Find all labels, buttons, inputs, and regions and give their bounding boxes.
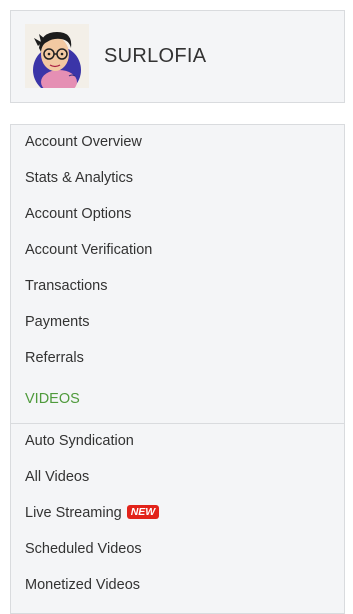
avatar-illustration-icon xyxy=(25,24,89,88)
sidebar-item-transactions[interactable]: Transactions xyxy=(25,278,107,294)
sidebar-menu: Account Overview Stats & Analytics Accou… xyxy=(10,124,345,614)
sidebar-item-scheduled-videos[interactable]: Scheduled Videos xyxy=(25,541,142,557)
sidebar-item-monetized-videos[interactable]: Monetized Videos xyxy=(25,577,140,593)
profile-card: SURLOFIA xyxy=(10,10,345,103)
videos-section-heading: VIDEOS xyxy=(25,391,80,407)
sidebar-item-referrals[interactable]: Referrals xyxy=(25,350,84,366)
sidebar-item-account-options[interactable]: Account Options xyxy=(25,206,131,222)
new-badge: NEW xyxy=(126,505,160,519)
sidebar-item-all-videos[interactable]: All Videos xyxy=(25,469,89,485)
sidebar-item-account-verification[interactable]: Account Verification xyxy=(25,242,152,258)
avatar[interactable] xyxy=(25,24,89,88)
sidebar-item-live-streaming[interactable]: Live Streaming NEW xyxy=(25,505,160,521)
sidebar-item-stats-analytics[interactable]: Stats & Analytics xyxy=(25,170,133,186)
sidebar-item-account-overview[interactable]: Account Overview xyxy=(25,134,142,150)
sidebar-item-payments[interactable]: Payments xyxy=(25,314,89,330)
section-divider xyxy=(11,423,344,424)
sidebar-item-auto-syndication[interactable]: Auto Syndication xyxy=(25,433,134,449)
profile-username: SURLOFIA xyxy=(104,45,207,67)
sidebar-item-label: Live Streaming xyxy=(25,505,122,521)
